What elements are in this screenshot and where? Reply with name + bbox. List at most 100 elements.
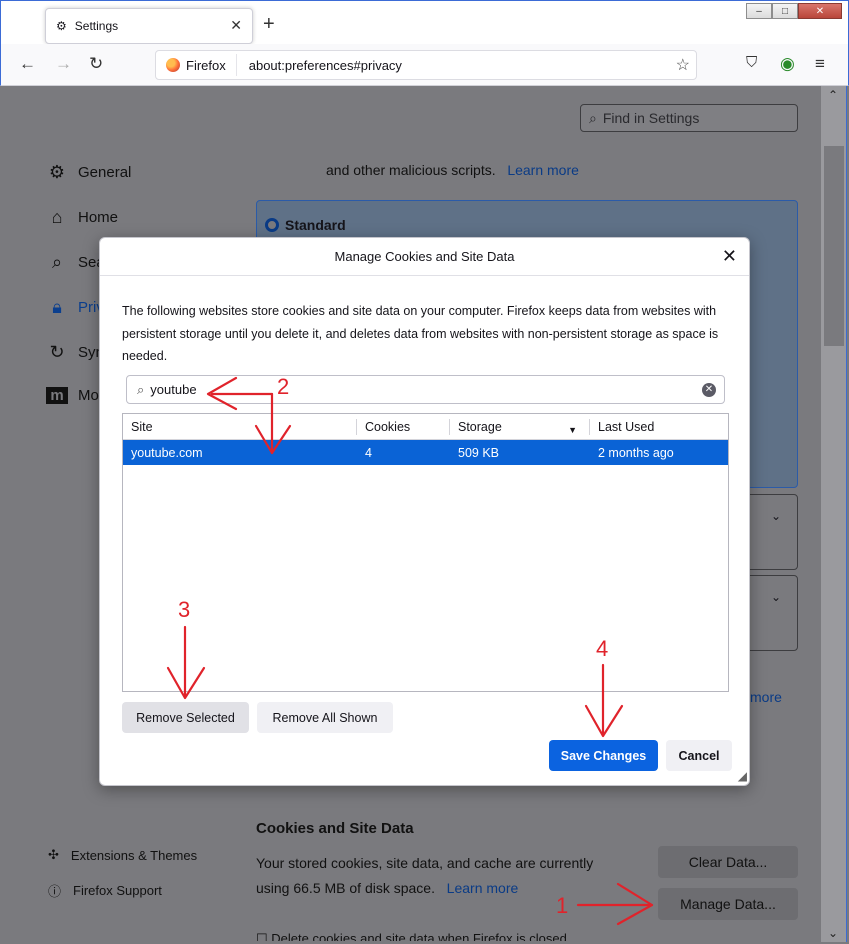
puzzle-icon: ✣ xyxy=(48,847,59,862)
reload-icon[interactable]: ↻ xyxy=(89,54,103,74)
remove-selected-button[interactable]: Remove Selected xyxy=(122,702,249,733)
title-bar: ⚙ Settings ✕ + – □ ✕ xyxy=(0,0,849,44)
sidebar-item-home[interactable]: ⌂ Home xyxy=(46,207,118,228)
find-in-settings-input[interactable]: ⌕ Find in Settings xyxy=(580,104,798,132)
tab-settings[interactable]: ⚙ Settings ✕ xyxy=(45,8,253,44)
help-icon: ⓘ xyxy=(48,884,62,899)
extensions-themes-link[interactable]: ✣ Extensions & Themes xyxy=(48,847,197,863)
learn-more-link[interactable]: Learn more xyxy=(507,162,579,178)
remove-all-shown-button[interactable]: Remove All Shown xyxy=(257,702,393,733)
page-scrollbar[interactable]: ⌃ ⌄ xyxy=(821,86,847,942)
site-search-input[interactable]: ⌕ youtube ✕ xyxy=(126,375,725,404)
save-changes-button[interactable]: Save Changes xyxy=(549,740,658,771)
extension-globe-icon[interactable]: ◉ xyxy=(780,54,795,74)
sidebar-item-sync[interactable]: ↻ Syn xyxy=(46,342,103,363)
cell-site: youtube.com xyxy=(131,445,203,460)
footer-link-label: Firefox Support xyxy=(73,883,162,898)
table-header: Site Cookies Storage ▼ Last Used xyxy=(123,414,728,440)
scroll-up-icon[interactable]: ⌃ xyxy=(828,88,838,102)
resize-grip-icon[interactable]: ◢ xyxy=(738,769,747,783)
back-icon[interactable]: ← xyxy=(19,54,36,74)
radio-icon xyxy=(265,218,279,232)
delete-on-close-checkbox[interactable]: ☐ Delete cookies and site data when Fire… xyxy=(256,931,567,941)
dialog-header: Manage Cookies and Site Data xyxy=(100,238,749,276)
window-controls: – □ ✕ xyxy=(746,3,842,19)
annotation-3: 3 xyxy=(178,597,191,622)
annotation-4: 4 xyxy=(596,636,609,661)
chevron-down-icon[interactable]: ⌄ xyxy=(771,509,781,523)
mozilla-icon: m xyxy=(46,387,68,404)
window-close-icon[interactable]: ✕ xyxy=(798,3,842,19)
minimize-icon[interactable]: – xyxy=(746,3,772,19)
search-value[interactable]: youtube xyxy=(150,382,196,397)
close-icon[interactable]: ✕ xyxy=(722,247,737,265)
footer-link-label: Extensions & Themes xyxy=(70,847,198,863)
standard-radio[interactable]: Standard xyxy=(265,217,346,233)
table-row[interactable]: youtube.com 4 509 KB 2 months ago xyxy=(123,440,728,465)
search-icon: ⌕ xyxy=(589,109,597,126)
menu-icon[interactable]: ≡ xyxy=(815,54,825,74)
tab-close-icon[interactable]: ✕ xyxy=(230,17,242,34)
pocket-icon[interactable]: ⛉ xyxy=(746,54,757,71)
scripts-text-label: and other malicious scripts. xyxy=(326,162,496,178)
standard-label: Standard xyxy=(285,217,346,233)
cookies-desc-line1: Your stored cookies, site data, and cach… xyxy=(256,855,594,871)
search-icon: ⌕ xyxy=(137,381,145,397)
checkbox-icon: ☐ xyxy=(256,931,268,941)
home-icon: ⌂ xyxy=(51,207,63,227)
sidebar-item-mozilla[interactable]: m Mo xyxy=(46,387,99,404)
dialog-description: The following websites store cookies and… xyxy=(122,304,719,363)
scroll-down-icon[interactable]: ⌄ xyxy=(828,926,838,940)
cookies-heading: Cookies and Site Data xyxy=(256,820,414,837)
maximize-icon[interactable]: □ xyxy=(772,3,798,19)
column-cookies[interactable]: Cookies xyxy=(357,418,450,435)
sidebar-item-search[interactable]: ⌕ Sea xyxy=(46,252,105,273)
learn-more-fragment[interactable]: more xyxy=(750,689,782,705)
gear-icon: ⚙ xyxy=(48,162,66,182)
cell-cookies: 4 xyxy=(365,445,372,460)
clear-data-button[interactable]: Clear Data... xyxy=(658,846,798,878)
sidebar-item-label: Home xyxy=(78,209,119,226)
find-placeholder: Find in Settings xyxy=(602,110,700,126)
sidebar-item-general[interactable]: ⚙ General xyxy=(46,162,131,183)
learn-more-link[interactable]: Learn more xyxy=(447,880,519,896)
bookmark-star-icon[interactable]: ☆ xyxy=(676,55,690,75)
manage-data-button[interactable]: Manage Data... xyxy=(658,888,798,920)
identity-label: Firefox xyxy=(186,57,226,73)
cell-last-used: 2 months ago xyxy=(598,445,674,460)
annotation-2: 2 xyxy=(277,374,290,399)
sidebar-item-privacy[interactable]: 🔒︎ Priv xyxy=(46,297,104,318)
search-icon: ⌕ xyxy=(51,252,63,272)
column-storage-label: Storage xyxy=(458,419,502,434)
sites-table: Site Cookies Storage ▼ Last Used youtube… xyxy=(122,413,729,692)
gear-icon: ⚙ xyxy=(56,19,67,33)
delete-checkbox-label: Delete cookies and site data when Firefo… xyxy=(271,931,567,941)
nav-bar: ← → ↻ Firefox about:preferences#privacy … xyxy=(0,44,849,86)
tab-title: Settings xyxy=(74,19,119,33)
identity-box[interactable]: Firefox xyxy=(156,54,237,76)
column-site[interactable]: Site xyxy=(123,418,357,435)
scripts-text: and other malicious scripts. Learn more xyxy=(326,162,579,178)
lock-icon: 🔒︎ xyxy=(52,297,62,317)
chevron-down-icon[interactable]: ⌄ xyxy=(771,590,781,604)
annotation-1: 1 xyxy=(556,893,569,918)
cookies-desc-line2: using 66.5 MB of disk space. Learn more xyxy=(256,880,518,896)
forward-icon[interactable]: → xyxy=(55,54,72,74)
manage-cookies-dialog: Manage Cookies and Site Data ✕ The follo… xyxy=(99,237,750,786)
column-last-used[interactable]: Last Used xyxy=(590,419,728,435)
firefox-logo-icon xyxy=(166,58,180,72)
scroll-thumb[interactable] xyxy=(824,146,844,346)
cancel-button[interactable]: Cancel xyxy=(666,740,732,771)
firefox-support-link[interactable]: ⓘ Firefox Support xyxy=(48,881,162,900)
disk-usage-text: using 66.5 MB of disk space. xyxy=(256,880,435,896)
sync-icon: ↻ xyxy=(49,342,65,362)
url-bar[interactable]: Firefox about:preferences#privacy ☆ xyxy=(155,50,697,80)
column-storage[interactable]: Storage ▼ xyxy=(450,418,590,435)
sidebar-item-label: General xyxy=(78,164,132,181)
clear-search-icon[interactable]: ✕ xyxy=(702,383,716,397)
dialog-title: Manage Cookies and Site Data xyxy=(334,249,515,264)
sidebar-item-label: Mo xyxy=(78,387,99,404)
url-text[interactable]: about:preferences#privacy xyxy=(237,58,402,73)
cell-storage: 509 KB xyxy=(458,445,500,460)
new-tab-icon[interactable]: + xyxy=(263,13,275,36)
